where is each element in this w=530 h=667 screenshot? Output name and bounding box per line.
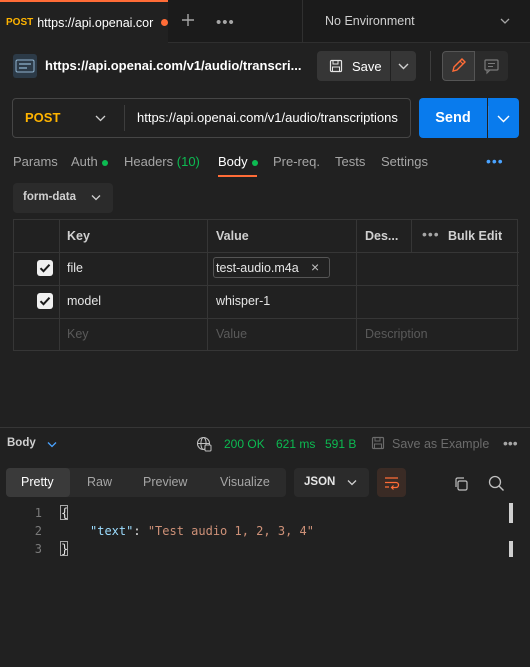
tab-headers[interactable]: Headers (10) (124, 154, 200, 169)
tab-tests[interactable]: Tests (335, 154, 365, 169)
more-options-icon[interactable]: ••• (422, 226, 440, 242)
copy-icon[interactable] (453, 476, 469, 492)
divider (302, 0, 303, 43)
body-type-label: form-data (23, 191, 77, 203)
status-dot-icon (101, 159, 108, 166)
line-number: 3 (34, 542, 42, 556)
row-checkbox[interactable] (37, 293, 53, 309)
form-data-table: Key Value Des... ••• Bulk Edit file test… (13, 219, 519, 351)
tab-preview[interactable]: Preview (143, 475, 187, 489)
column-header-value: Value (216, 229, 249, 243)
wrap-lines-icon[interactable] (377, 468, 406, 497)
column-header-description: Des... (365, 229, 399, 243)
unsaved-indicator-icon (161, 19, 168, 26)
tab-headers-label: Headers (124, 154, 174, 169)
tab-raw[interactable]: Raw (87, 475, 112, 489)
new-tab-plus-icon[interactable] (180, 12, 196, 28)
tab-body-label: Body (218, 154, 248, 169)
send-button[interactable]: Send (419, 98, 487, 138)
edit-pencil-icon[interactable] (442, 51, 475, 81)
body-type-select[interactable]: form-data (13, 183, 113, 213)
response-view-tabs: Pretty Raw Preview Visualize (6, 468, 286, 497)
chevron-down-icon[interactable] (95, 114, 106, 122)
chevron-down-icon[interactable] (500, 16, 510, 26)
save-options-chevron-icon[interactable] (391, 51, 416, 81)
save-button[interactable]: Save (317, 51, 390, 81)
new-description-input[interactable]: Description (365, 327, 428, 341)
globe-icon[interactable] (196, 436, 212, 452)
close-icon[interactable]: × (311, 259, 319, 275)
send-options-chevron-icon[interactable] (488, 98, 519, 138)
file-name: test-audio.m4a (216, 261, 299, 275)
response-time[interactable]: 621 ms (276, 437, 315, 451)
tab-auth[interactable]: Auth (71, 154, 108, 169)
tab-settings[interactable]: Settings (381, 154, 428, 169)
request-name[interactable]: https://api.openai.com/v1/audio/transcri… (45, 58, 301, 73)
json-string-value: "Test audio 1, 2, 3, 4" (147, 524, 314, 538)
tab-visualize[interactable]: Visualize (220, 475, 270, 489)
chevron-down-icon[interactable] (47, 441, 57, 448)
line-number: 1 (34, 506, 42, 520)
json-colon: : (133, 524, 148, 538)
more-tabs-icon[interactable]: ••• (216, 14, 235, 31)
tab-body[interactable]: Body (218, 154, 258, 169)
format-select[interactable]: JSON (294, 468, 369, 497)
tab-method: POST (6, 17, 34, 28)
save-icon (329, 59, 343, 73)
response-section-select[interactable]: Body (7, 437, 36, 449)
tab-bar: POST https://api.openai.cor ••• No Envir… (0, 0, 530, 43)
new-key-input[interactable]: Key (67, 327, 89, 341)
tab-prereq[interactable]: Pre-req. (273, 154, 320, 169)
more-options-icon[interactable]: ••• (503, 435, 518, 451)
url-input[interactable]: https://api.openai.com/v1/audio/transcri… (137, 110, 409, 125)
environment-select[interactable]: No Environment (325, 14, 415, 28)
save-label: Save (352, 58, 382, 74)
response-size[interactable]: 591 B (325, 437, 356, 451)
divider (0, 427, 530, 428)
headers-count: (10) (176, 154, 200, 169)
row-checkbox[interactable] (37, 260, 53, 276)
format-label: JSON (304, 476, 336, 488)
tab-params[interactable]: Params (13, 154, 58, 169)
json-brace: } (61, 542, 69, 556)
tab-title: https://api.openai.cor (37, 15, 154, 30)
save-as-example-button[interactable]: Save as Example (392, 437, 489, 451)
json-brace: { (61, 506, 69, 520)
save-icon (371, 436, 385, 450)
new-value-input[interactable]: Value (216, 327, 247, 341)
divider (430, 51, 431, 81)
json-line: "text": "Test audio 1, 2, 3, 4" (90, 524, 314, 538)
http-request-icon (13, 54, 37, 78)
active-tab-indicator (218, 175, 257, 177)
request-tab[interactable]: POST https://api.openai.cor (0, 0, 168, 43)
param-key[interactable]: model (67, 294, 101, 308)
tab-auth-label: Auth (71, 154, 98, 169)
bulk-edit-button[interactable]: Bulk Edit (448, 229, 502, 243)
search-icon[interactable] (488, 475, 505, 492)
param-key[interactable]: file (67, 261, 83, 275)
status-dot-icon (251, 159, 258, 166)
chevron-down-icon (347, 479, 357, 486)
scrollbar[interactable] (509, 541, 513, 557)
scrollbar[interactable] (509, 503, 513, 523)
comment-icon[interactable] (475, 51, 508, 81)
response-status[interactable]: 200 OK (224, 437, 265, 451)
tab-pretty[interactable]: Pretty (21, 475, 54, 489)
column-header-key: Key (67, 229, 90, 243)
divider (124, 105, 125, 131)
chevron-down-icon (91, 194, 101, 201)
line-number: 2 (34, 524, 42, 538)
more-options-icon[interactable]: ••• (486, 153, 504, 169)
method-select[interactable]: POST (25, 110, 60, 125)
file-chip[interactable]: test-audio.m4a × (213, 257, 330, 278)
param-value[interactable]: whisper-1 (216, 294, 270, 308)
url-bar: POST https://api.openai.com/v1/audio/tra… (12, 98, 411, 138)
json-key: "text" (90, 524, 134, 538)
